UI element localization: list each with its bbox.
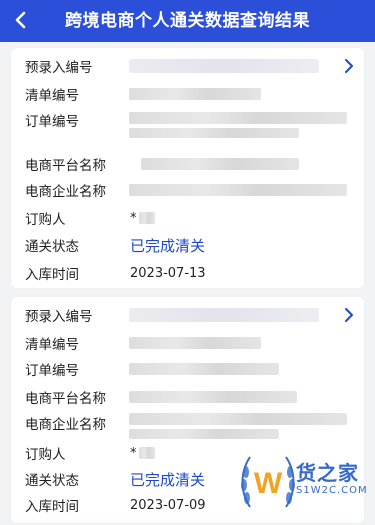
storage-time-value: 2023-07-13 [130,265,206,281]
enterprise-value-redacted-1 [129,413,347,425]
status-label: 通关状态 [25,473,79,489]
buyer-value-redacted [139,447,155,459]
enterprise-label: 电商企业名称 [25,184,106,200]
chevron-right-icon [345,308,353,322]
buyer-label: 订购人 [25,447,66,463]
laurel-logo-icon: W [241,456,295,508]
buyer-value-redacted [139,212,155,224]
watermark-brand: 货之家 [296,461,359,485]
storage-time-label: 入库时间 [25,499,79,515]
storage-time-value: 2023-07-09 [130,497,206,513]
platform-label: 电商平台名称 [25,391,106,407]
pre-entry-label: 预录入编号 [25,309,93,325]
pre-entry-value-redacted [129,308,319,322]
status-row: 通关状态 已完成清关 [25,233,350,257]
list-no-value-redacted [129,88,261,100]
buyer-masked-prefix: * [130,445,137,461]
buyer-row: 订购人 * [25,206,350,230]
pre-entry-value-redacted [129,59,319,73]
storage-time-label: 入库时间 [25,267,79,283]
top-bar: 跨境电商个人通关数据查询结果 [0,0,375,42]
status-label: 通关状态 [25,239,79,255]
status-value: 已完成清关 [130,470,206,489]
order-no-value-redacted-2 [129,128,299,138]
watermark-site: S1W2C.COM [296,485,368,496]
platform-value-redacted [129,391,297,403]
pre-entry-label: 预录入编号 [25,60,93,76]
order-no-value-redacted [129,363,279,375]
status-value: 已完成清关 [130,236,206,255]
record-card-1[interactable]: 预录入编号 清单编号 订单编号 电商平台名称 电商企业名称 订购人 * 通关状态… [11,48,364,288]
chevron-right-icon [345,59,353,73]
platform-label: 电商平台名称 [25,158,106,174]
platform-value-redacted [141,158,299,170]
order-no-label: 订单编号 [25,114,79,130]
buyer-label: 订购人 [25,212,66,228]
record-1-open-button[interactable] [342,57,356,75]
list-no-label: 清单编号 [25,88,79,104]
record-2-open-button[interactable] [342,306,356,324]
order-no-label: 订单编号 [25,363,79,379]
enterprise-value-redacted [129,184,347,196]
list-no-label: 清单编号 [25,337,79,353]
order-no-value-redacted-1 [129,112,347,124]
enterprise-value-redacted-2 [129,429,279,439]
enterprise-label: 电商企业名称 [25,417,106,433]
list-no-value-redacted [129,337,261,349]
storage-time-row: 入库时间 2023-07-13 [25,261,350,285]
buyer-masked-prefix: * [130,210,137,226]
page-title: 跨境电商个人通关数据查询结果 [65,11,310,31]
svg-text:W: W [254,467,283,500]
brand-watermark: W 货之家 S1W2C.COM [238,447,367,519]
